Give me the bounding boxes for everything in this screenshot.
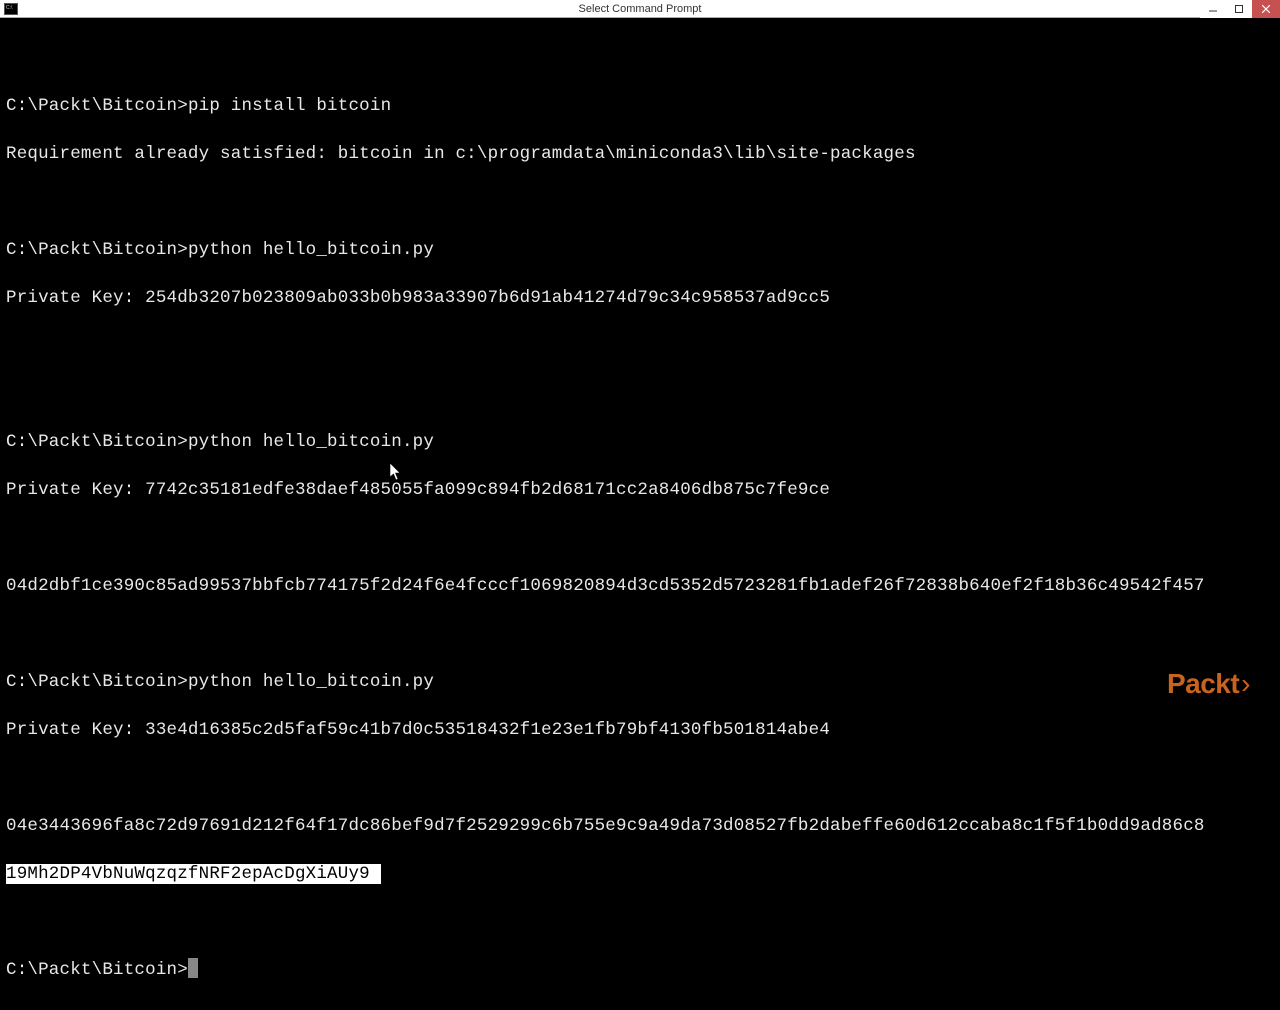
terminal-line: 19Mh2DP4VbNuWqzqzfNRF2epAcDgXiAUy9: [6, 862, 1274, 886]
terminal-line: ​: [6, 766, 1274, 790]
terminal-line: C:\Packt\Bitcoin>python hello_bitcoin.py: [6, 238, 1274, 262]
terminal-line: ​: [6, 190, 1274, 214]
packt-logo: Packt›: [1167, 668, 1250, 700]
terminal-line: Private Key: 33e4d16385c2d5faf59c41b7d0c…: [6, 718, 1274, 742]
prompt-text: C:\Packt\Bitcoin>: [6, 672, 188, 692]
terminal-line: C:\Packt\Bitcoin>python hello_bitcoin.py: [6, 430, 1274, 454]
maximize-button[interactable]: [1226, 0, 1252, 18]
terminal-line: ​: [6, 622, 1274, 646]
terminal-line: ​: [6, 334, 1274, 358]
terminal-line: ​: [6, 382, 1274, 406]
command-text: pip install bitcoin: [188, 96, 391, 116]
terminal-line: 04d2dbf1ce390c85ad99537bbfcb774175f2d24f…: [6, 574, 1274, 598]
prompt-text: C:\Packt\Bitcoin>: [6, 96, 188, 116]
terminal-line: C:\Packt\Bitcoin>: [6, 958, 1274, 982]
terminal-line: Requirement already satisfied: bitcoin i…: [6, 142, 1274, 166]
maximize-icon: [1235, 5, 1243, 13]
prompt-text: C:\Packt\Bitcoin>: [6, 960, 188, 980]
text-cursor: [188, 958, 198, 978]
window-controls: [1200, 0, 1280, 18]
terminal-line: ​: [6, 526, 1274, 550]
titlebar: Select Command Prompt: [0, 0, 1280, 18]
terminal-line: 04e3443696fa8c72d97691d212f64f17dc86bef9…: [6, 814, 1274, 838]
close-button[interactable]: [1252, 0, 1280, 18]
terminal-line: ​: [6, 910, 1274, 934]
selected-text: 19Mh2DP4VbNuWqzqzfNRF2epAcDgXiAUy9: [6, 864, 381, 884]
terminal-line: C:\Packt\Bitcoin>pip install bitcoin: [6, 94, 1274, 118]
cmd-icon: [4, 3, 18, 15]
terminal-line: C:\Packt\Bitcoin>python hello_bitcoin.py: [6, 670, 1274, 694]
terminal-line: Private Key: 254db3207b023809ab033b0b983…: [6, 286, 1274, 310]
terminal-line: ​: [6, 46, 1274, 70]
close-icon: [1262, 5, 1270, 13]
prompt-text: C:\Packt\Bitcoin>: [6, 432, 188, 452]
chevron-icon: ›: [1241, 668, 1250, 699]
logo-text: Packt: [1167, 668, 1239, 699]
terminal-output[interactable]: ​ C:\Packt\Bitcoin>pip install bitcoin R…: [0, 18, 1280, 1010]
minimize-button[interactable]: [1200, 0, 1226, 18]
prompt-text: C:\Packt\Bitcoin>: [6, 240, 188, 260]
command-text: python hello_bitcoin.py: [188, 432, 434, 452]
command-text: python hello_bitcoin.py: [188, 672, 434, 692]
minimize-icon: [1209, 5, 1217, 13]
terminal-line: Private Key: 7742c35181edfe38daef485055f…: [6, 478, 1274, 502]
window-title: Select Command Prompt: [579, 3, 702, 15]
command-text: python hello_bitcoin.py: [188, 240, 434, 260]
